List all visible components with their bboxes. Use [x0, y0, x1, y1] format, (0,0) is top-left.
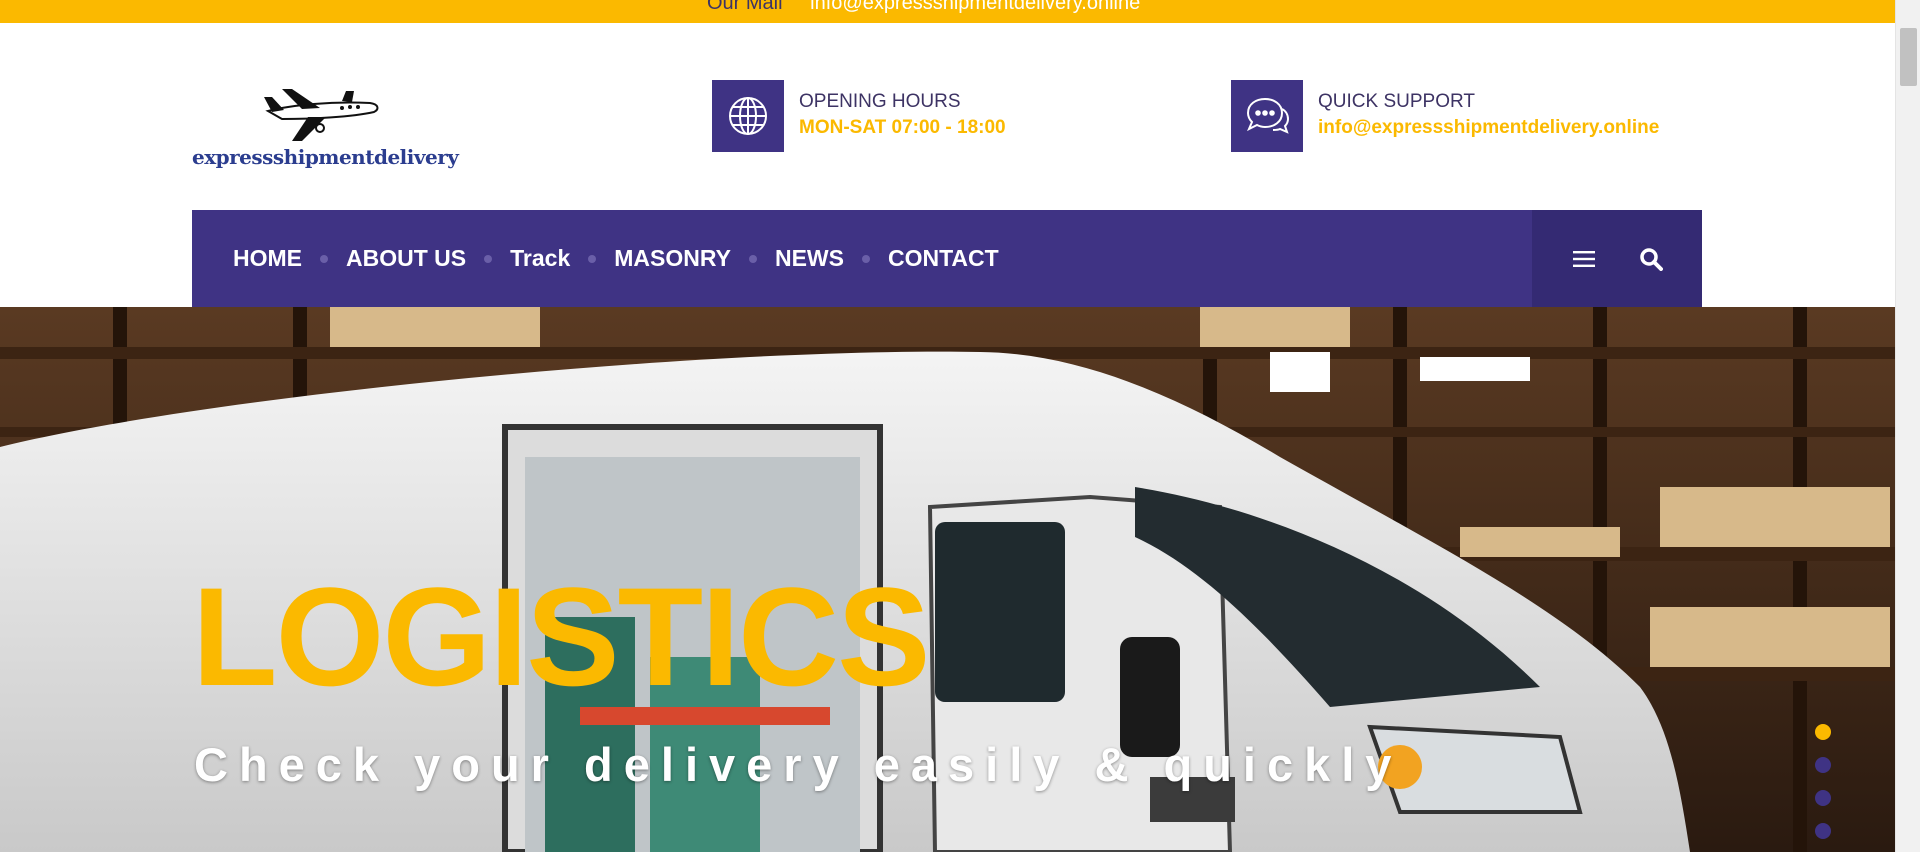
logo-text: expressshipmentdelivery: [192, 145, 459, 169]
nav-separator: [861, 254, 870, 263]
slider-dot[interactable]: [1815, 823, 1831, 839]
nav-menu: HOME ABOUT US Track MASONRY NEWS CONTACT: [233, 210, 999, 307]
nav-separator: [320, 254, 328, 263]
slider-pagination: [1815, 724, 1831, 839]
nav-separator: [748, 254, 757, 263]
airplane-logo-icon: [264, 89, 379, 141]
slider-dot[interactable]: [1815, 790, 1831, 806]
nav-item-masonry[interactable]: MASONRY: [614, 245, 731, 272]
scrollbar-thumb[interactable]: [1900, 28, 1917, 86]
hero-subtitle: Check your delivery easily & quickly: [194, 738, 1403, 791]
quick-support-email[interactable]: info@expressshipmentdelivery.online: [1318, 117, 1659, 139]
search-icon[interactable]: [1631, 239, 1671, 279]
nav-separator: [484, 254, 493, 263]
chat-bubbles-icon: [1231, 80, 1303, 152]
slider-dot[interactable]: [1815, 757, 1831, 773]
top-bar-mail-label: Our Mail: [707, 0, 783, 14]
top-bar-mail-link[interactable]: info@expressshipmentdelivery.online: [810, 0, 1140, 14]
nav-separator: [588, 254, 597, 263]
globe-icon: [712, 80, 784, 152]
top-bar-contact: Our Mail info@expressshipmentdelivery.on…: [707, 0, 1140, 15]
nav-item-home[interactable]: HOME: [233, 245, 302, 272]
nav-item-news[interactable]: NEWS: [775, 245, 844, 272]
main-nav: HOME ABOUT US Track MASONRY NEWS CONTACT: [192, 210, 1702, 307]
nav-item-contact[interactable]: CONTACT: [888, 245, 999, 272]
page-scrollbar[interactable]: [1895, 0, 1920, 852]
top-bar: Our Mail info@expressshipmentdelivery.on…: [0, 0, 1895, 23]
hamburger-menu-icon[interactable]: [1564, 239, 1604, 279]
slider-dot[interactable]: [1815, 724, 1831, 740]
hero-slider: LOGISTICS Check your delivery easily & q…: [0, 307, 1895, 852]
nav-item-track[interactable]: Track: [510, 245, 570, 272]
quick-support-label: QUICK SUPPORT: [1318, 91, 1475, 112]
hero-title: LOGISTICS: [192, 558, 930, 715]
opening-hours-value: MON-SAT 07:00 - 18:00: [799, 117, 1006, 138]
site-logo[interactable]: expressshipmentdelivery: [192, 83, 459, 193]
nav-tools: [1532, 210, 1702, 307]
opening-hours-label: OPENING HOURS: [799, 91, 961, 112]
nav-item-about-us[interactable]: ABOUT US: [346, 245, 466, 272]
